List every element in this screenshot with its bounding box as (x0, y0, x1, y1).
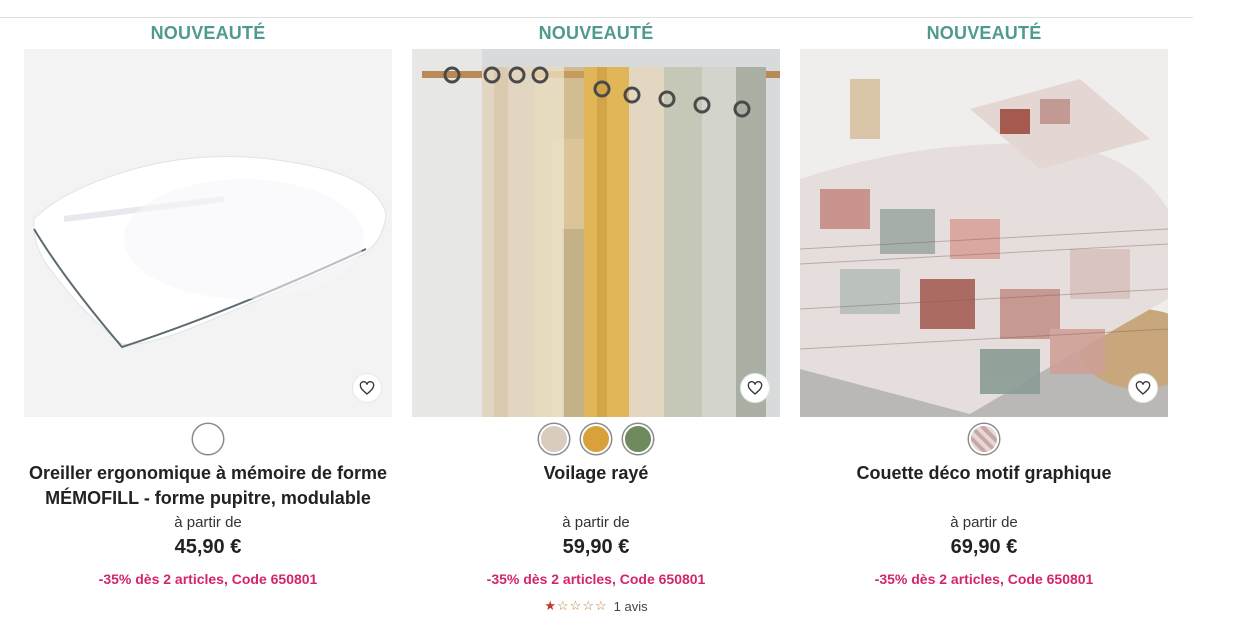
product-price: 59,90 € (562, 536, 630, 558)
product-title[interactable]: Couette déco motif graphique (800, 461, 1168, 511)
product-card-curtain[interactable]: NOUVEAUTÉ Voilage rayé à partir de 59,90… (412, 18, 780, 618)
favorite-button[interactable] (740, 373, 770, 403)
product-title-line1: Couette déco motif graphique (856, 463, 1112, 483)
product-title[interactable]: Oreiller ergonomique à mémoire de forme … (24, 461, 392, 511)
product-image[interactable] (412, 49, 780, 417)
star-icon: ☆☆☆☆ (557, 598, 608, 613)
product-title-line2: MÉMOFILL - forme pupitre, modulable (45, 488, 371, 508)
favorite-button[interactable] (352, 373, 382, 403)
swatch-ochre[interactable] (581, 424, 611, 454)
product-title-line1: Voilage rayé (543, 463, 649, 483)
favorite-button[interactable] (1128, 373, 1158, 403)
product-price: 45,90 € (174, 536, 242, 558)
product-price: 69,90 € (950, 536, 1018, 558)
color-swatches (800, 417, 1168, 461)
promo-text: -35% dès 2 articles, Code 650801 (874, 571, 1094, 587)
product-title-line1: Oreiller ergonomique à mémoire de forme (28, 463, 388, 483)
heart-icon (359, 381, 375, 395)
promo-text: -35% dès 2 articles, Code 650801 (486, 571, 706, 587)
price-from-label: à partir de (174, 514, 242, 531)
new-badge: NOUVEAUTÉ (538, 23, 654, 43)
price-from-label: à partir de (562, 514, 630, 531)
rating[interactable]: ★☆☆☆☆ 1 avis (412, 594, 780, 618)
promo-text: -35% dès 2 articles, Code 650801 (98, 571, 318, 587)
swatch-beige[interactable] (539, 424, 569, 454)
product-image[interactable] (24, 49, 392, 417)
price-from-label: à partir de (950, 514, 1018, 531)
swatch-pattern[interactable] (969, 424, 999, 454)
star-rating: ★☆☆☆☆ (544, 598, 607, 614)
review-count[interactable]: 1 avis (614, 599, 648, 614)
heart-icon (747, 381, 763, 395)
color-swatches (412, 417, 780, 461)
color-swatches (24, 417, 392, 461)
swatch-green[interactable] (623, 424, 653, 454)
product-title[interactable]: Voilage rayé (412, 461, 780, 511)
product-card-duvet[interactable]: NOUVEAUTÉ Couette déco motif graphique à… (800, 18, 1168, 594)
product-image[interactable] (800, 49, 1168, 417)
duvet-image (800, 49, 1168, 417)
product-card-pillow[interactable]: NOUVEAUTÉ Oreiller ergonomique à mémoire… (24, 18, 392, 594)
pillow-image (24, 49, 392, 417)
swatch-white[interactable] (193, 424, 223, 454)
new-badge: NOUVEAUTÉ (926, 23, 1042, 43)
curtain-image (412, 49, 780, 417)
star-icon: ★ (544, 598, 558, 613)
heart-icon (1135, 381, 1151, 395)
new-badge: NOUVEAUTÉ (150, 23, 266, 43)
